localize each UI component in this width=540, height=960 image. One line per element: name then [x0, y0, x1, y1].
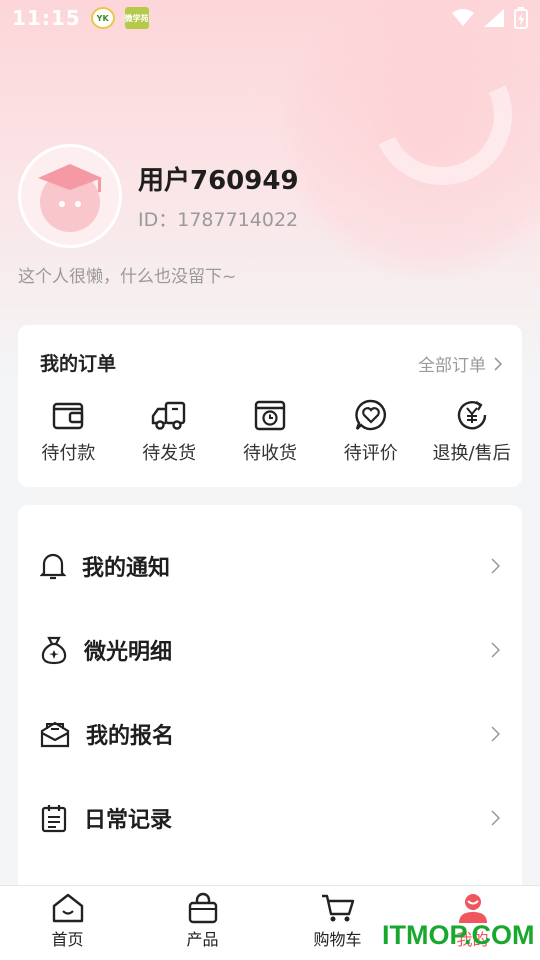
- delivery-truck-icon: [151, 401, 186, 430]
- all-orders-label: 全部订单: [418, 356, 486, 376]
- status-time: 11:15: [12, 6, 81, 30]
- yen-refresh-icon: [457, 401, 486, 430]
- status-bar: 11:15 YK 微学苑: [0, 0, 540, 36]
- orders-card: 我的订单 全部订单 待付款 待发货 待收货 待评价 退换/售后: [18, 325, 522, 487]
- shopping-bag-icon: [188, 892, 217, 924]
- bell-icon: [40, 553, 66, 580]
- menu-item-label: 微光明细: [84, 640, 173, 665]
- order-item-label: 待付款: [41, 443, 96, 464]
- order-status-row: 待付款 待发货 待收货 待评价 退换/售后: [18, 397, 522, 465]
- home-icon: [52, 893, 83, 923]
- green-app-icon: 微学苑: [124, 7, 149, 29]
- yk-app-icon: YK: [90, 7, 115, 29]
- order-pending-review[interactable]: 待评价: [320, 397, 421, 465]
- username: 用户760949: [138, 166, 299, 196]
- tab-label: 产品: [186, 930, 219, 949]
- heart-chat-icon: [355, 399, 386, 431]
- menu-item-label: 我的报名: [86, 724, 175, 749]
- order-item-label: 待收货: [242, 443, 297, 464]
- chevron-right-icon: [491, 726, 500, 742]
- order-returns-aftersale[interactable]: 退换/售后: [421, 397, 522, 465]
- order-item-label: 退换/售后: [432, 443, 511, 464]
- signal-icon: [484, 9, 504, 27]
- menu-item-notifications[interactable]: 我的通知: [18, 524, 522, 608]
- chevron-right-icon: [494, 356, 502, 371]
- user-id: ID：1787714022: [138, 209, 299, 231]
- battery-icon: [514, 7, 528, 29]
- wifi-icon: [452, 9, 474, 26]
- user-bio: 这个人很懒，什么也没留下~: [18, 267, 237, 287]
- order-pending-receipt[interactable]: 待收货: [220, 397, 321, 465]
- order-pending-shipment[interactable]: 待发货: [119, 397, 220, 465]
- chevron-right-icon: [491, 810, 500, 826]
- menu-item-my-registrations[interactable]: 我的报名: [18, 692, 522, 776]
- box-clock-icon: [254, 400, 286, 431]
- order-pending-payment[interactable]: 待付款: [18, 397, 119, 465]
- menu-item-weiguang-details[interactable]: 微光明细: [18, 608, 522, 692]
- tab-home[interactable]: 首页: [0, 886, 135, 960]
- menu-item-daily-records[interactable]: 日常记录: [18, 776, 522, 860]
- cart-icon: [321, 894, 354, 922]
- order-item-label: 待评价: [343, 443, 398, 464]
- calendar-icon: [41, 805, 67, 833]
- all-orders-link[interactable]: 全部订单: [418, 351, 502, 376]
- orders-title: 我的订单: [40, 353, 117, 375]
- wallet-icon: [53, 402, 84, 430]
- money-bag-icon: [41, 636, 67, 665]
- tab-products[interactable]: 产品: [135, 886, 270, 960]
- menu-item-label: 日常记录: [84, 808, 173, 833]
- pig-graduation-cap-icon: [38, 164, 102, 232]
- tab-label: 首页: [51, 930, 84, 949]
- chevron-right-icon: [491, 642, 500, 658]
- chevron-right-icon: [491, 558, 500, 574]
- avatar[interactable]: [18, 144, 122, 248]
- menu-card: 我的通知 微光明细 我的报名 日常记录: [18, 505, 522, 905]
- mail-tray-icon: [40, 721, 70, 748]
- menu-item-label: 我的通知: [82, 556, 171, 581]
- tab-label: 购物车: [313, 930, 362, 949]
- order-item-label: 待发货: [142, 443, 197, 464]
- watermark: ITMOP.COM: [382, 920, 535, 950]
